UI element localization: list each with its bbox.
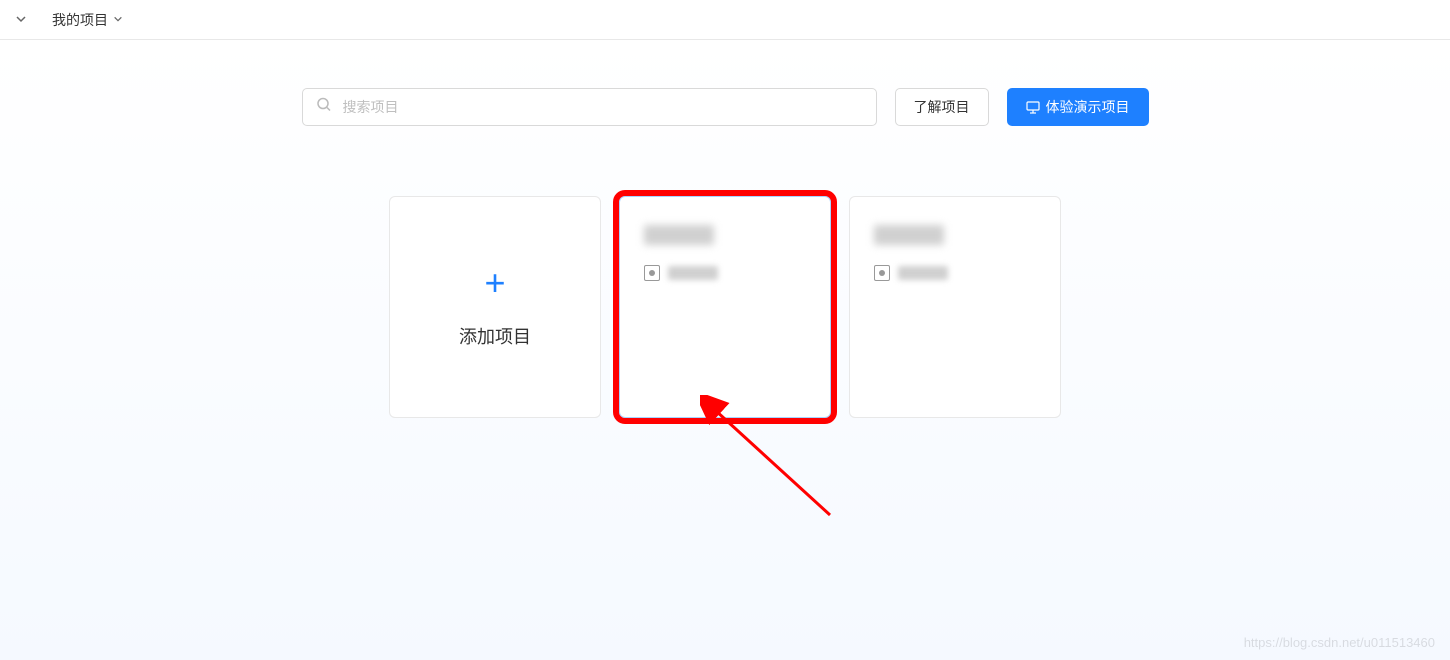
chevron-down-icon[interactable] [10, 12, 32, 28]
project-card[interactable]: 項目名稱 成員信息 [849, 196, 1061, 418]
project-meta: 成員信息 [644, 265, 806, 281]
add-project-label: 添加项目 [459, 323, 531, 349]
search-input[interactable] [302, 88, 877, 126]
add-project-card[interactable]: + 添加项目 [389, 196, 601, 418]
project-title: 項目名稱 [644, 225, 714, 245]
project-meta: 成員信息 [874, 265, 1036, 281]
project-title: 項目名稱 [874, 225, 944, 245]
learn-project-button[interactable]: 了解项目 [895, 88, 989, 126]
demo-button-label: 体验演示项目 [1046, 97, 1130, 117]
page-title-label: 我的项目 [52, 10, 108, 30]
top-bar: 我的项目 [0, 0, 1450, 40]
plus-icon: + [484, 265, 505, 301]
project-meta-text: 成員信息 [898, 266, 948, 280]
search-wrapper [302, 88, 877, 126]
chevron-down-icon [113, 13, 123, 27]
main-content: 了解项目 体验演示项目 + 添加项目 項目名稱 成員信息 項目名稱 成員信息 [0, 40, 1450, 660]
project-cards-row: + 添加项目 項目名稱 成員信息 項目名稱 成員信息 [0, 196, 1450, 418]
project-card[interactable]: 項目名稱 成員信息 [619, 196, 831, 418]
toolbar: 了解项目 体验演示项目 [0, 88, 1450, 126]
page-title-dropdown[interactable]: 我的项目 [52, 10, 123, 30]
project-meta-text: 成員信息 [668, 266, 718, 280]
watermark: https://blog.csdn.net/u011513460 [1244, 635, 1435, 650]
presentation-icon [1026, 100, 1040, 114]
demo-project-button[interactable]: 体验演示项目 [1007, 88, 1149, 126]
